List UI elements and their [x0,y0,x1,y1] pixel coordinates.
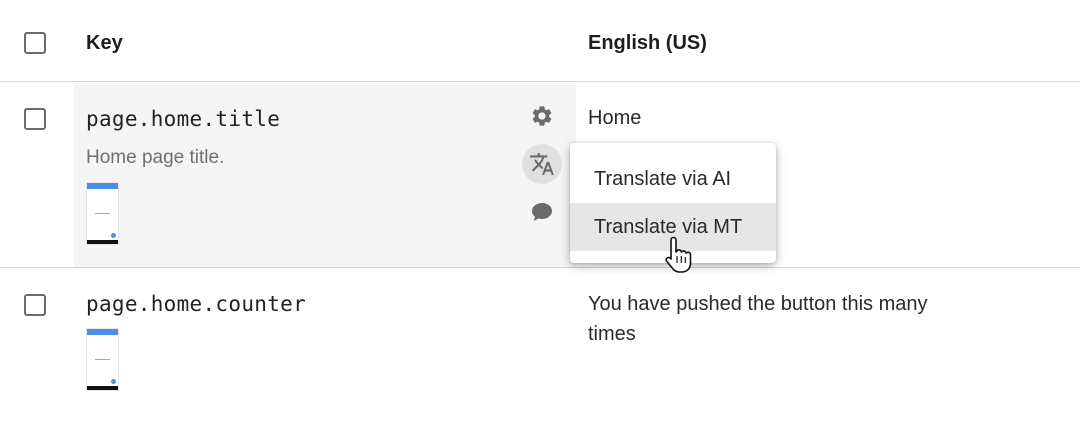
row-checkbox[interactable] [24,294,46,316]
translation-value-line2[interactable]: times [588,319,636,349]
translation-key[interactable]: page.home.counter [86,292,306,316]
translate-icon[interactable] [522,144,562,184]
header-divider [0,81,1080,82]
select-all-checkbox[interactable] [24,32,46,54]
language-column-header: English (US) [588,32,707,54]
gear-icon[interactable] [528,102,556,130]
row-checkbox[interactable] [24,108,46,130]
screenshot-thumbnail[interactable] [86,328,119,391]
translation-key[interactable]: page.home.title [86,107,280,131]
menu-item-translate-ai[interactable]: Translate via AI [570,155,776,203]
row-divider [0,267,1080,268]
comment-icon[interactable] [528,198,556,226]
translation-value[interactable]: Home [588,103,641,133]
screenshot-thumbnail[interactable] [86,182,119,245]
key-column-header: Key [86,32,123,54]
translation-value-line1[interactable]: You have pushed the button this many [588,289,928,319]
hand-cursor-icon [662,236,694,281]
key-description: Home page title. [86,147,225,168]
